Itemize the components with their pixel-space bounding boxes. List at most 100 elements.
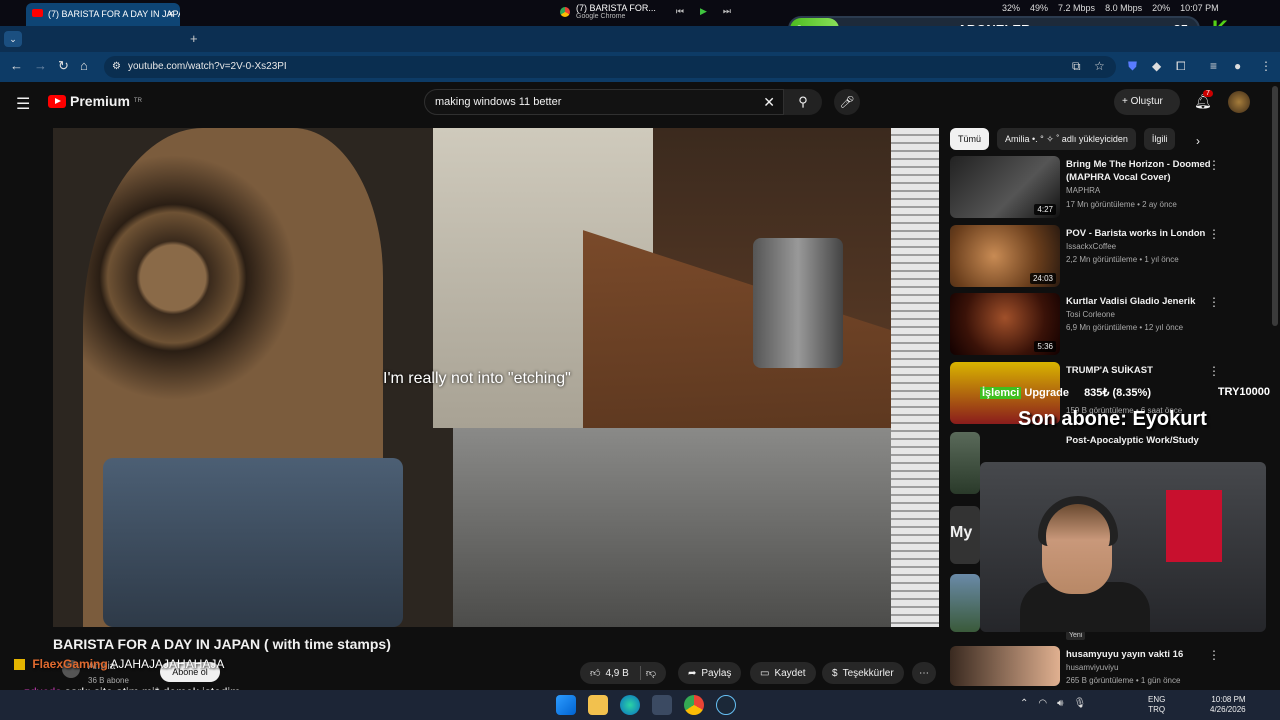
- media-widget[interactable]: (7) BARISTA FOR... Google Chrome ⏮ ▶ ⏭: [560, 3, 731, 20]
- notifications-button[interactable]: 🔔︎ 7: [1194, 90, 1213, 110]
- share-button[interactable]: ➦ Paylaş: [678, 662, 742, 684]
- menu-dots-icon[interactable]: ⋮: [1260, 59, 1272, 73]
- logo-text: Premium: [70, 93, 130, 109]
- rec-channel[interactable]: IssackxCoffee: [1066, 242, 1116, 251]
- home-icon[interactable]: ⌂: [80, 58, 88, 73]
- more-vert-icon[interactable]: ⋮: [1208, 648, 1220, 662]
- thumbs-down-icon[interactable]: 👎︎: [646, 667, 656, 679]
- media-control-icon[interactable]: ≡: [1210, 59, 1217, 73]
- shield-extension-icon[interactable]: ⛊: [1128, 59, 1137, 74]
- tray-expand-icon[interactable]: ⌃: [1020, 698, 1028, 709]
- video-player[interactable]: I'm really not into "etching": [53, 128, 939, 627]
- rec-title[interactable]: TRUMP'A SUİKAST: [1066, 364, 1212, 377]
- video-thumbnail[interactable]: My: [950, 506, 980, 564]
- video-thumbnail[interactable]: [950, 646, 1060, 686]
- media-source: Google Chrome: [576, 13, 626, 20]
- clear-search-icon[interactable]: ✕: [763, 94, 775, 111]
- video-thumbnail[interactable]: [950, 574, 980, 632]
- save-label: Kaydet: [774, 667, 806, 679]
- wifi-icon[interactable]: ◠: [1038, 698, 1047, 709]
- clock-date: 4/26/2026: [1210, 705, 1246, 714]
- chip-all[interactable]: Tümü: [950, 128, 990, 150]
- recommendation-item[interactable]: 24:03 POV - Barista works in London Issa…: [950, 225, 1240, 289]
- video-frame-jeans: [103, 458, 403, 627]
- like-button[interactable]: 👍︎ 4,9 B 👎︎: [580, 662, 666, 684]
- video-thumbnail[interactable]: [950, 432, 980, 494]
- file-explorer-icon[interactable]: [588, 695, 608, 715]
- steam-icon[interactable]: [716, 695, 736, 715]
- thanks-label: Teşekkürler: [842, 667, 894, 679]
- last-subscriber-overlay: Son abone: Eyokurt: [1018, 408, 1207, 430]
- rec-channel[interactable]: husamviyuviyu: [1066, 663, 1118, 672]
- rec-title[interactable]: Kurtlar Vadisi Gladio Jenerik: [1066, 295, 1212, 308]
- tab-youtube[interactable]: (7) BARISTA FOR A DAY IN JAPAN ×: [26, 3, 180, 26]
- headset-icon: [1038, 496, 1118, 546]
- create-button[interactable]: + Oluştur: [1114, 89, 1180, 115]
- prev-icon[interactable]: ⏮: [676, 6, 684, 17]
- chip-uploader[interactable]: Amilia •. ° ✧ ˚ adlı yükleyiciden: [997, 128, 1136, 150]
- voice-search-button[interactable]: 🎤︎: [834, 89, 860, 115]
- reload-icon[interactable]: ↻: [58, 58, 69, 74]
- recommendation-item[interactable]: 5:36 Kurtlar Vadisi Gladio Jenerik Tosi …: [950, 293, 1240, 357]
- language-indicator[interactable]: ENG TRQ: [1148, 695, 1165, 715]
- rec-title[interactable]: POV - Barista works in London: [1066, 227, 1212, 240]
- rec-channel[interactable]: Tosi Corleone: [1066, 310, 1115, 319]
- thanks-button[interactable]: $ Teşekkürler: [822, 662, 904, 684]
- filter-chips: Tümü Amilia •. ° ✧ ˚ adlı yükleyiciden İ…: [950, 128, 1176, 150]
- new-badge: Yeni: [1066, 631, 1086, 640]
- close-tab-icon[interactable]: ×: [168, 8, 174, 20]
- search-button[interactable]: ⚲: [784, 89, 822, 115]
- extension-icon[interactable]: ◆: [1152, 59, 1161, 73]
- page-scrollbar[interactable]: [1272, 86, 1278, 326]
- chat-text: AJAHAJAJAHAHAJA: [110, 657, 225, 671]
- forward-icon[interactable]: →: [34, 58, 47, 73]
- turkish-flag: [1166, 490, 1222, 562]
- hamburger-menu-icon[interactable]: ☰: [16, 94, 30, 114]
- video-thumbnail[interactable]: 24:03: [950, 225, 1060, 287]
- more-vert-icon[interactable]: ⋮: [1208, 158, 1220, 172]
- receive-stat: 7.2 Mbps: [1058, 3, 1096, 13]
- more-vert-icon[interactable]: ⋮: [1208, 364, 1220, 378]
- next-icon[interactable]: ⏭: [723, 6, 731, 17]
- chevron-right-icon[interactable]: ›: [1196, 134, 1200, 148]
- mic-tray-icon[interactable]: 🎙︎: [1073, 698, 1086, 709]
- puzzle-icon[interactable]: ⧠: [1176, 59, 1186, 74]
- lang-bottom: TRQ: [1148, 705, 1166, 714]
- video-caption: I'm really not into "etching": [383, 370, 571, 387]
- rec-title[interactable]: husamyuyu yayın vakti 16: [1066, 648, 1212, 661]
- site-info-icon[interactable]: ⚙: [112, 61, 121, 72]
- start-icon[interactable]: [556, 695, 576, 715]
- cast-icon[interactable]: ⧉: [1072, 59, 1081, 74]
- volume-icon[interactable]: 🔊︎: [1057, 698, 1063, 709]
- new-tab-button[interactable]: +: [190, 31, 198, 46]
- store-icon[interactable]: [652, 695, 672, 715]
- edge-icon[interactable]: [620, 695, 640, 715]
- youtube-logo[interactable]: Premium TR: [48, 93, 142, 109]
- rec-title[interactable]: Post-Apocalyptic Work/Study: [1066, 434, 1212, 447]
- chrome-taskbar-icon[interactable]: [684, 695, 704, 715]
- more-actions-button[interactable]: ⋯: [912, 662, 936, 684]
- more-dots-icon: ⋯: [919, 667, 929, 679]
- video-thumbnail[interactable]: 5:36: [950, 293, 1060, 355]
- donation-goal-overlay: İşlemci Upgrade 835₺ (8.35%) TRY10000: [980, 386, 1270, 404]
- notification-count: 7: [1203, 90, 1213, 97]
- more-vert-icon[interactable]: ⋮: [1208, 295, 1220, 309]
- address-bar[interactable]: ⚙ youtube.com/watch?v=2V-0-Xs23PI: [104, 56, 1116, 78]
- account-avatar[interactable]: [1228, 91, 1250, 113]
- rec-channel[interactable]: MAPHRA: [1066, 186, 1100, 195]
- profile-icon[interactable]: ●: [1234, 59, 1241, 73]
- bookmark-star-icon[interactable]: ☆: [1094, 59, 1105, 73]
- more-vert-icon[interactable]: ⋮: [1208, 227, 1220, 241]
- video-thumbnail[interactable]: 4:27: [950, 156, 1060, 218]
- chip-related[interactable]: İlgili: [1143, 128, 1176, 150]
- tab-search-icon[interactable]: ⌄: [4, 31, 22, 47]
- play-icon[interactable]: ▶: [700, 6, 707, 17]
- taskbar-clock[interactable]: 10:08 PM 4/26/2026: [1210, 695, 1246, 715]
- search-input[interactable]: making windows 11 better ✕: [424, 89, 784, 115]
- back-icon[interactable]: ←: [10, 58, 23, 73]
- thumbs-up-icon: 👍︎: [590, 668, 601, 679]
- search-icon: ⚲: [798, 94, 808, 109]
- save-button[interactable]: ▭ Kaydet: [750, 662, 816, 684]
- rec-title[interactable]: Bring Me The Horizon - Doomed (MAPHRA Vo…: [1066, 158, 1212, 184]
- recommendation-item[interactable]: 4:27 Bring Me The Horizon - Doomed (MAPH…: [950, 156, 1240, 220]
